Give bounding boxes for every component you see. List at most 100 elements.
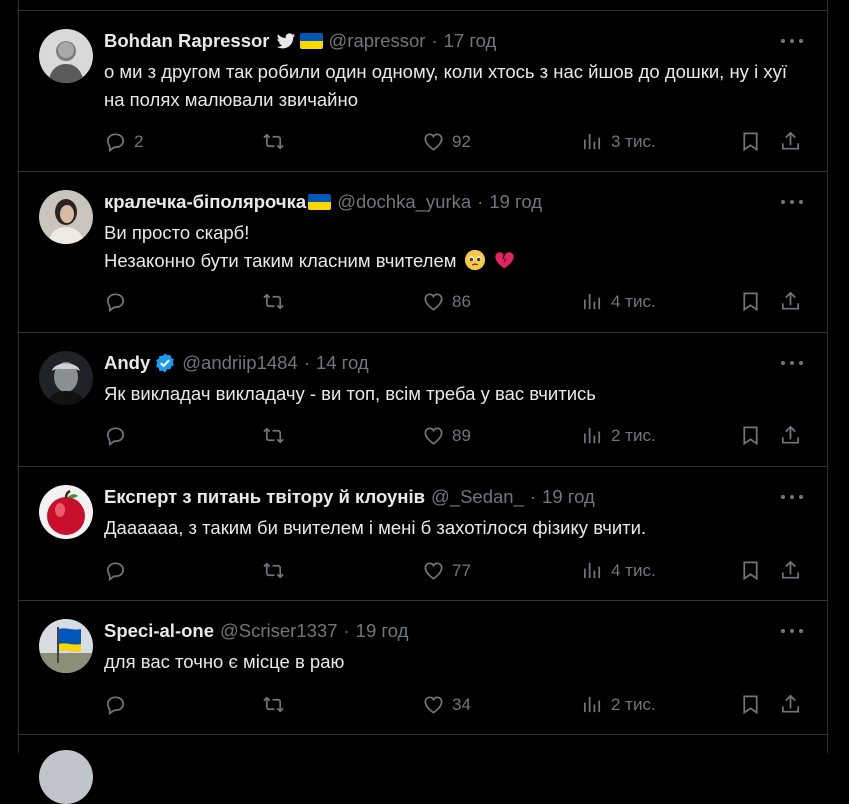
display-name[interactable]: кралечка-біполярочка bbox=[104, 191, 306, 213]
reply-count: 2 bbox=[134, 131, 144, 151]
timestamp[interactable]: 19 год bbox=[489, 191, 542, 213]
like-button[interactable]: 34 bbox=[422, 693, 471, 716]
handle[interactable]: @andriip1484 bbox=[182, 352, 297, 374]
handle[interactable]: @dochka_yurka bbox=[337, 191, 471, 213]
views-button[interactable]: 3 тис. bbox=[581, 130, 656, 153]
share-button[interactable] bbox=[779, 559, 802, 582]
retweet-button[interactable] bbox=[262, 559, 285, 582]
bookmark-button[interactable] bbox=[739, 130, 762, 153]
reply-button[interactable] bbox=[104, 290, 127, 313]
avatar[interactable] bbox=[39, 619, 93, 673]
reply-button[interactable] bbox=[104, 559, 127, 582]
tweet-text: Ви просто скарб! Незаконно бути таким кл… bbox=[104, 219, 807, 275]
views-button[interactable]: 2 тис. bbox=[581, 424, 656, 447]
more-options-button[interactable] bbox=[781, 194, 803, 210]
reply-tweet-2[interactable]: кралечка-біполярочка @dochka_yurka · 19 … bbox=[19, 172, 827, 333]
reply-tweet-4[interactable]: Експерт з питань твітору й клоунів @_Sed… bbox=[19, 467, 827, 601]
tweet-text: Як викладач викладачу - ви топ, всім тре… bbox=[104, 380, 807, 408]
like-button[interactable]: 89 bbox=[422, 424, 471, 447]
reply-button[interactable]: 2 bbox=[104, 130, 143, 153]
reply-tweet-1[interactable]: Bohdan Rapressor @rapressor · 17 год о м… bbox=[19, 11, 827, 172]
views-button[interactable]: 2 тис. bbox=[581, 693, 656, 716]
tweet-line: о ми з другом так робили один одному, ко… bbox=[104, 61, 787, 110]
analytics-icon bbox=[581, 693, 604, 716]
more-options-button[interactable] bbox=[781, 33, 803, 49]
bookmark-button[interactable] bbox=[739, 693, 762, 716]
tweet-line: для вас точно є місце в раю bbox=[104, 651, 345, 672]
tweet-line: Ви просто скарб! bbox=[104, 222, 250, 243]
handle[interactable]: @_Sedan_ bbox=[431, 486, 524, 508]
like-count: 86 bbox=[452, 291, 471, 311]
reply-tweet-3[interactable]: Andy @andriip1484 · 14 год Як викладач в… bbox=[19, 333, 827, 467]
timestamp[interactable]: 17 год bbox=[444, 30, 497, 52]
tweet-line: Незаконно бути таким класним вчителем bbox=[104, 250, 457, 271]
like-count: 89 bbox=[452, 425, 471, 445]
display-name[interactable]: Andy bbox=[104, 352, 150, 374]
display-name[interactable]: Експерт з питань твітору й клоунів bbox=[104, 486, 425, 508]
heart-icon bbox=[422, 693, 445, 716]
retweet-icon bbox=[262, 424, 285, 447]
view-count: 2 тис. bbox=[611, 425, 656, 445]
tweet-header: кралечка-біполярочка @dochka_yurka · 19 … bbox=[104, 190, 542, 214]
reply-button[interactable] bbox=[104, 693, 127, 716]
bookmark-button[interactable] bbox=[739, 290, 762, 313]
retweet-icon bbox=[262, 130, 285, 153]
tweet-line: Даааааа, з таким би вчителем і мені б за… bbox=[104, 517, 647, 538]
bookmark-button[interactable] bbox=[739, 424, 762, 447]
timestamp[interactable]: 14 год bbox=[316, 352, 369, 374]
view-count: 4 тис. bbox=[611, 291, 656, 311]
like-count: 34 bbox=[452, 694, 471, 714]
separator-dot: · bbox=[303, 352, 310, 373]
display-name[interactable]: Speci-al-one bbox=[104, 620, 214, 642]
action-bar: 77 4 тис. bbox=[104, 559, 807, 583]
bookmark-button[interactable] bbox=[739, 559, 762, 582]
action-bar: 2 92 3 тис. bbox=[104, 130, 807, 154]
next-tweet-avatar-partial[interactable] bbox=[39, 750, 93, 804]
retweet-button[interactable] bbox=[262, 130, 285, 153]
avatar[interactable] bbox=[39, 485, 93, 539]
views-button[interactable]: 4 тис. bbox=[581, 290, 656, 313]
share-button[interactable] bbox=[779, 424, 802, 447]
share-icon bbox=[779, 290, 802, 313]
reply-tweet-5[interactable]: Speci-al-one @Scriser1337 · 19 год для в… bbox=[19, 601, 827, 735]
reply-icon bbox=[104, 693, 127, 716]
more-options-button[interactable] bbox=[781, 623, 803, 639]
bookmark-icon bbox=[739, 290, 762, 313]
handle[interactable]: @rapressor bbox=[329, 30, 426, 52]
timestamp[interactable]: 19 год bbox=[542, 486, 595, 508]
separator-dot: · bbox=[477, 191, 484, 212]
broken-heart-emoji bbox=[495, 252, 514, 269]
bookmark-icon bbox=[739, 559, 762, 582]
retweet-button[interactable] bbox=[262, 290, 285, 313]
like-button[interactable]: 77 bbox=[422, 559, 471, 582]
share-button[interactable] bbox=[779, 693, 802, 716]
view-count: 4 тис. bbox=[611, 560, 656, 580]
like-button[interactable]: 92 bbox=[422, 130, 471, 153]
avatar[interactable] bbox=[39, 351, 93, 405]
avatar[interactable] bbox=[39, 190, 93, 244]
reply-button[interactable] bbox=[104, 424, 127, 447]
heart-icon bbox=[422, 559, 445, 582]
more-options-button[interactable] bbox=[781, 355, 803, 371]
more-options-button[interactable] bbox=[781, 489, 803, 505]
pleading-face-emoji bbox=[464, 249, 485, 271]
views-button[interactable]: 4 тис. bbox=[581, 559, 656, 582]
share-button[interactable] bbox=[779, 130, 802, 153]
retweet-button[interactable] bbox=[262, 693, 285, 716]
like-button[interactable]: 86 bbox=[422, 290, 471, 313]
handle[interactable]: @Scriser1337 bbox=[220, 620, 338, 642]
reply-icon bbox=[104, 424, 127, 447]
view-count: 2 тис. bbox=[611, 694, 656, 714]
tweet-header: Експерт з питань твітору й клоунів @_Sed… bbox=[104, 485, 595, 509]
retweet-button[interactable] bbox=[262, 424, 285, 447]
reply-icon bbox=[104, 290, 127, 313]
analytics-icon bbox=[581, 290, 604, 313]
like-count: 77 bbox=[452, 560, 471, 580]
separator-dot: · bbox=[431, 30, 438, 51]
display-name[interactable]: Bohdan Rapressor bbox=[104, 30, 270, 52]
share-button[interactable] bbox=[779, 290, 802, 313]
action-bar: 89 2 тис. bbox=[104, 424, 807, 448]
analytics-icon bbox=[581, 559, 604, 582]
avatar[interactable] bbox=[39, 29, 93, 83]
timestamp[interactable]: 19 год bbox=[356, 620, 409, 642]
